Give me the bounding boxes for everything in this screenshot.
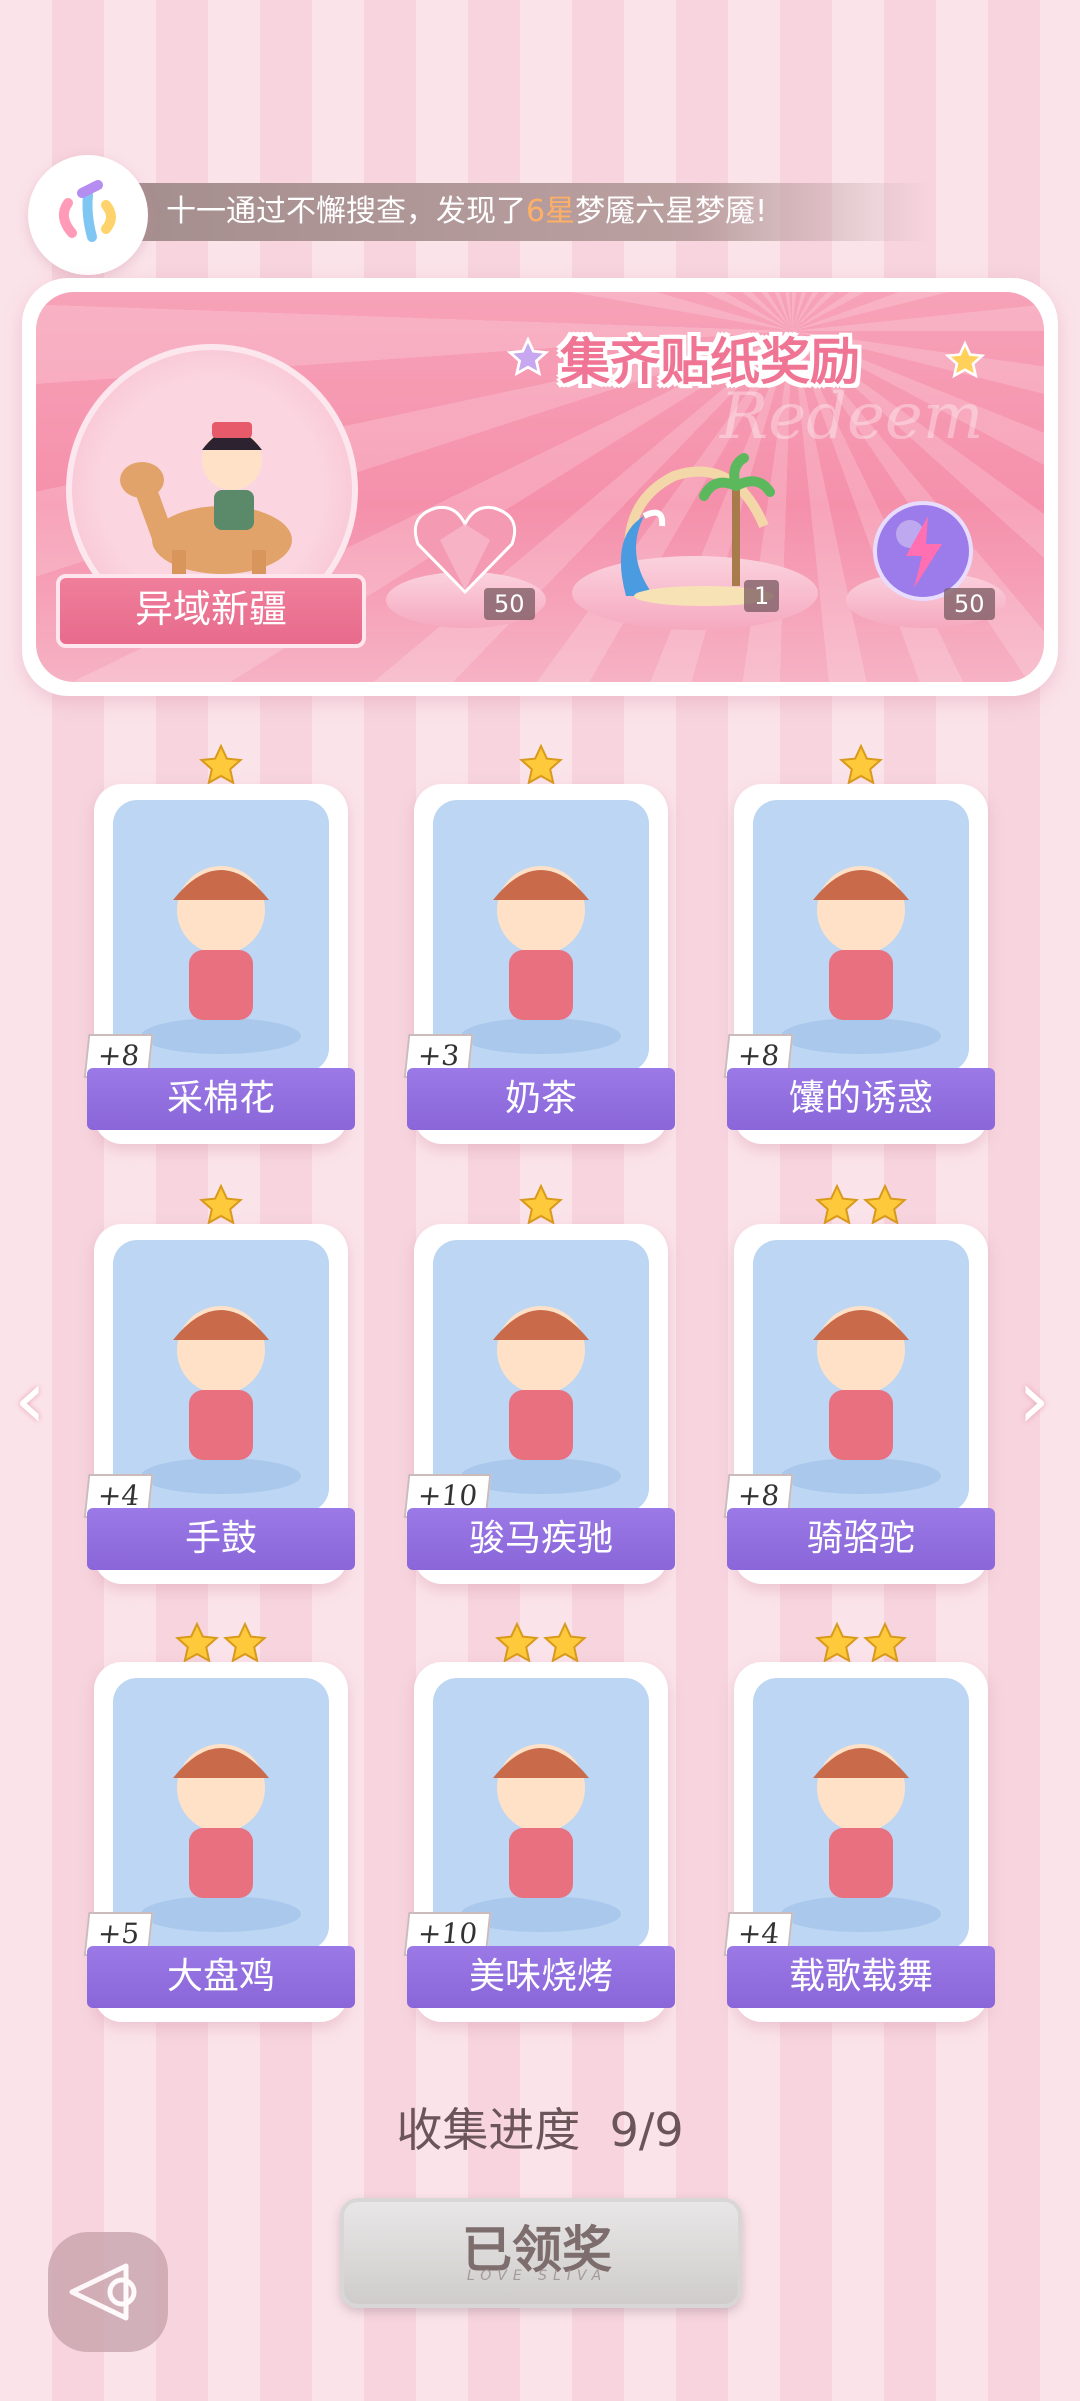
rarity-star-icon — [517, 1182, 565, 1230]
rarity-star-icon — [197, 1182, 245, 1230]
pink-heart-gem-icon[interactable] — [410, 500, 520, 596]
notification-text: 十一通过不懈搜查，发现了6星梦魇六星梦魇! — [166, 190, 767, 234]
rarity-star-icon — [541, 1620, 589, 1668]
progress-value: 9/9 — [609, 2103, 684, 2157]
banner-title: 集齐贴纸奖励 — [560, 332, 860, 391]
sticker-image — [753, 800, 969, 1072]
rarity-star-icon — [861, 1182, 909, 1230]
sticker-label: 载歌载舞 — [727, 1946, 995, 2008]
sticker-label: 馕的诱惑 — [727, 1068, 995, 1130]
notification-text-after: 梦魇六星梦魇! — [575, 194, 768, 229]
rarity-star-icon — [813, 1182, 861, 1230]
rarity-star-icon — [221, 1620, 269, 1668]
next-page-arrow-icon[interactable]: › — [1018, 1360, 1050, 1440]
rarity-star-icon — [837, 742, 885, 790]
sticker-image — [753, 1240, 969, 1512]
sticker-label: 美味烧烤 — [407, 1946, 675, 2008]
rarity-star-icon — [861, 1620, 909, 1668]
star-decoration-icon — [944, 340, 986, 379]
rarity-star-icon — [493, 1620, 541, 1668]
sticker-image — [113, 800, 329, 1072]
sticker-label: 采棉花 — [87, 1068, 355, 1130]
rarity-star-icon — [813, 1620, 861, 1668]
sticker-label: 骏马疾驰 — [407, 1508, 675, 1570]
rarity-star-icon — [517, 742, 565, 790]
reward-quantity: 50 — [484, 588, 535, 620]
sticker-image — [113, 1678, 329, 1950]
sticker-image — [113, 1240, 329, 1512]
rarity-star-icon — [173, 1620, 221, 1668]
back-arrow-icon — [69, 2263, 137, 2321]
app-logo-icon — [28, 155, 148, 275]
sticker-image — [433, 1240, 649, 1512]
sticker-image — [433, 1678, 649, 1950]
collection-progress: 收集进度 9/9 — [0, 2094, 1080, 2160]
progress-label: 收集进度 — [396, 2103, 581, 2157]
sticker-image — [433, 800, 649, 1072]
notification-highlight: 6星 — [526, 194, 576, 229]
back-button[interactable] — [48, 2232, 168, 2352]
sticker-image — [753, 1678, 969, 1950]
sticker-label: 手鼓 — [87, 1508, 355, 1570]
star-decoration-icon — [506, 336, 550, 377]
rarity-star-icon — [197, 742, 245, 790]
reward-quantity: 1 — [744, 580, 780, 612]
sticker-label: 奶茶 — [407, 1068, 675, 1130]
region-badge: 异域新疆 — [56, 574, 366, 648]
sticker-label: 骑骆驼 — [727, 1508, 995, 1570]
notification-text-before: 十一通过不懈搜查，发现了 — [166, 194, 526, 229]
sticker-label: 大盘鸡 — [87, 1946, 355, 2008]
claimed-button-subtitle: LOVE SLIVA — [466, 2268, 608, 2284]
previous-page-arrow-icon[interactable]: ‹ — [14, 1360, 46, 1440]
reward-quantity: 50 — [944, 588, 995, 620]
